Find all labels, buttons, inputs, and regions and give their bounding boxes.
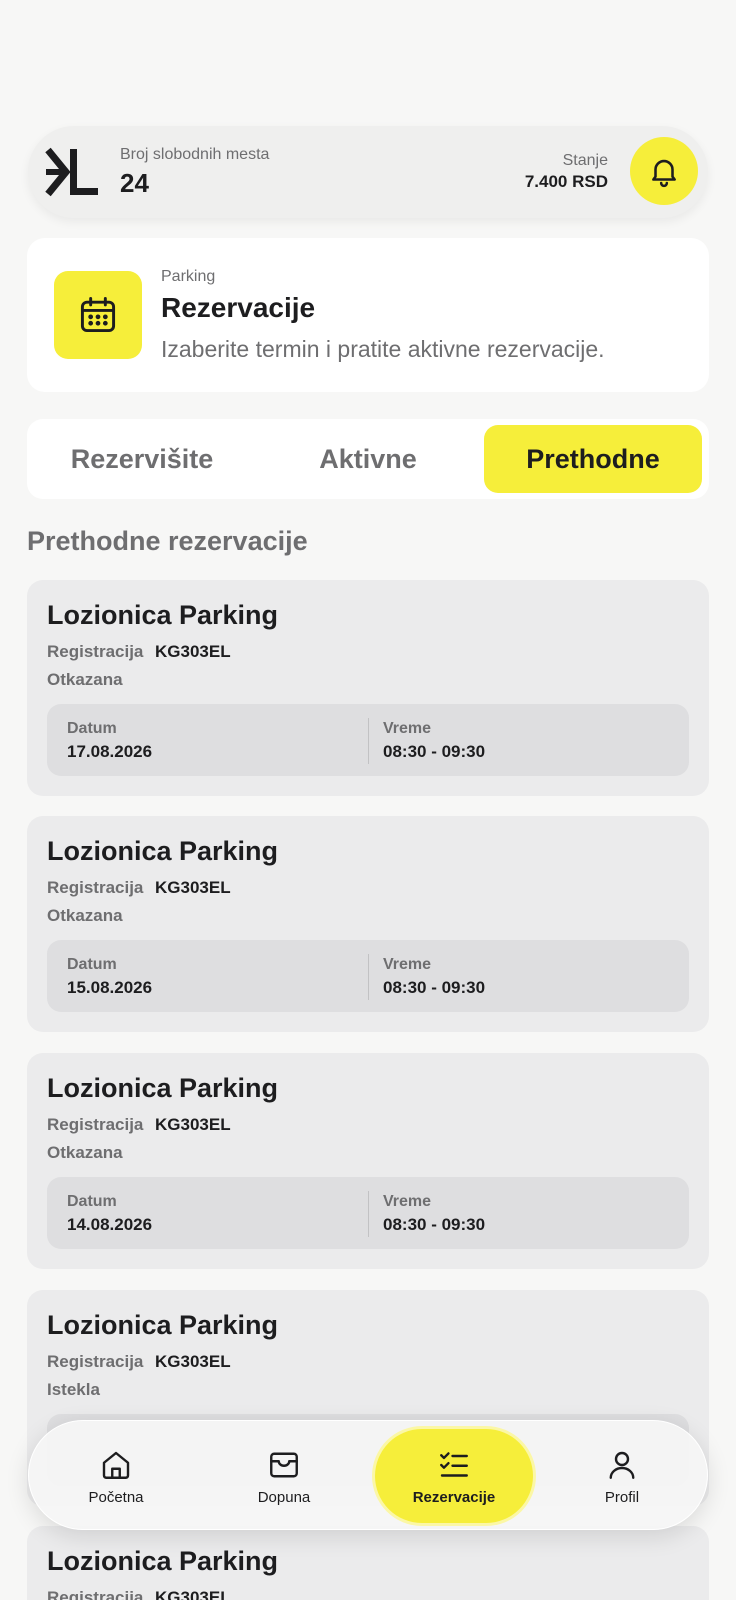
checklist-icon: [440, 1451, 468, 1477]
section-title: Prethodne rezervacije: [27, 526, 308, 556]
nav-topup-label: Dopuna: [257, 1488, 311, 1506]
nav-profile[interactable]: Profil: [543, 1429, 701, 1523]
reservation-details: Datum 17.08.2026 Vreme 08:30 - 09:30: [47, 704, 689, 776]
date-value: 15.08.2026: [67, 978, 153, 997]
reservation-status: Istekla: [47, 1380, 100, 1399]
nav-reservations[interactable]: Rezervacije: [375, 1429, 533, 1523]
reservation-card[interactable]: Lozionica Parking Registracija KG303EL O…: [27, 580, 709, 796]
calendar-badge: [54, 271, 142, 359]
date-value: 17.08.2026: [67, 742, 153, 761]
bell-icon: [652, 159, 676, 188]
nav-profile-label: Profil: [604, 1488, 640, 1506]
time-value: 08:30 - 09:30: [383, 978, 486, 997]
reservations-info-card: Parking Rezervacije Izaberite termin i p…: [27, 238, 709, 392]
registration-value: KG303EL: [155, 1352, 231, 1371]
reservation-details: Datum 15.08.2026 Vreme 08:30 - 09:30: [47, 940, 689, 1012]
calendar-icon: [80, 297, 116, 333]
nav-home-label: Početna: [88, 1488, 144, 1506]
reservation-details: Datum 14.08.2026 Vreme 08:30 - 09:30: [47, 1177, 689, 1249]
reservation-status: Otkazana: [47, 1143, 123, 1162]
reservation-card[interactable]: Lozionica Parking Registracija KG303EL O…: [27, 1053, 709, 1269]
info-description: Izaberite termin i pratite aktivne rezer…: [161, 336, 605, 362]
balance-value: 7.400 RSD: [524, 172, 608, 191]
nav-home[interactable]: Početna: [37, 1429, 195, 1523]
registration-value: KG303EL: [155, 642, 231, 661]
bottom-navigation: Početna Dopuna Rezervacije Profil: [28, 1420, 708, 1530]
registration-value: KG303EL: [155, 1588, 231, 1600]
details-divider: [368, 954, 369, 1000]
free-spots-label: Broj slobodnih mesta: [120, 146, 270, 163]
user-icon: [609, 1451, 635, 1479]
registration-label: Registracija: [47, 878, 144, 897]
date-label: Datum: [67, 956, 117, 973]
reservation-title: Lozionica Parking: [47, 1546, 279, 1576]
date-label: Datum: [67, 720, 117, 737]
time-label: Vreme: [383, 1193, 432, 1210]
time-label: Vreme: [383, 720, 432, 737]
reservation-card[interactable]: Lozionica Parking Registracija KG303EL: [27, 1526, 709, 1600]
header-bar: Broj slobodnih mesta 24 Stanje 7.400 RSD: [28, 126, 708, 218]
time-value: 08:30 - 09:30: [383, 742, 486, 761]
home-icon: [102, 1451, 130, 1479]
tab-previous[interactable]: Prethodne: [484, 425, 702, 493]
info-kicker: Parking: [161, 268, 216, 285]
time-value: 08:30 - 09:30: [383, 1215, 486, 1234]
reservation-title: Lozionica Parking: [47, 836, 279, 866]
reservation-status: Otkazana: [47, 670, 123, 689]
registration-value: KG303EL: [155, 1115, 231, 1134]
time-label: Vreme: [383, 956, 432, 973]
reservation-title: Lozionica Parking: [47, 1073, 279, 1103]
reservation-card[interactable]: Lozionica Parking Registracija KG303EL O…: [27, 816, 709, 1032]
notifications-button[interactable]: [630, 137, 698, 205]
date-value: 14.08.2026: [67, 1215, 153, 1234]
details-divider: [368, 1191, 369, 1237]
registration-value: KG303EL: [155, 878, 231, 897]
wallet-icon: [270, 1452, 298, 1477]
nav-topup[interactable]: Dopuna: [205, 1429, 363, 1523]
page-title: Rezervacije: [161, 292, 316, 323]
free-spots-value: 24: [120, 168, 149, 198]
reservation-title: Lozionica Parking: [47, 1310, 279, 1340]
registration-label: Registracija: [47, 642, 144, 661]
registration-label: Registracija: [47, 1352, 144, 1371]
tab-reserve[interactable]: Rezervišite: [31, 425, 253, 493]
tab-active[interactable]: Aktivne: [257, 425, 479, 493]
balance-label: Stanje: [562, 152, 608, 169]
registration-label: Registracija: [47, 1588, 144, 1600]
lozionica-logo: [45, 147, 98, 197]
reservation-title: Lozionica Parking: [47, 600, 279, 630]
registration-label: Registracija: [47, 1115, 144, 1134]
reservation-tabs: Rezervišite Aktivne Prethodne: [27, 419, 709, 499]
date-label: Datum: [67, 1193, 117, 1210]
reservation-status: Otkazana: [47, 906, 123, 925]
details-divider: [368, 718, 369, 764]
nav-reservations-label: Rezervacije: [412, 1488, 496, 1506]
